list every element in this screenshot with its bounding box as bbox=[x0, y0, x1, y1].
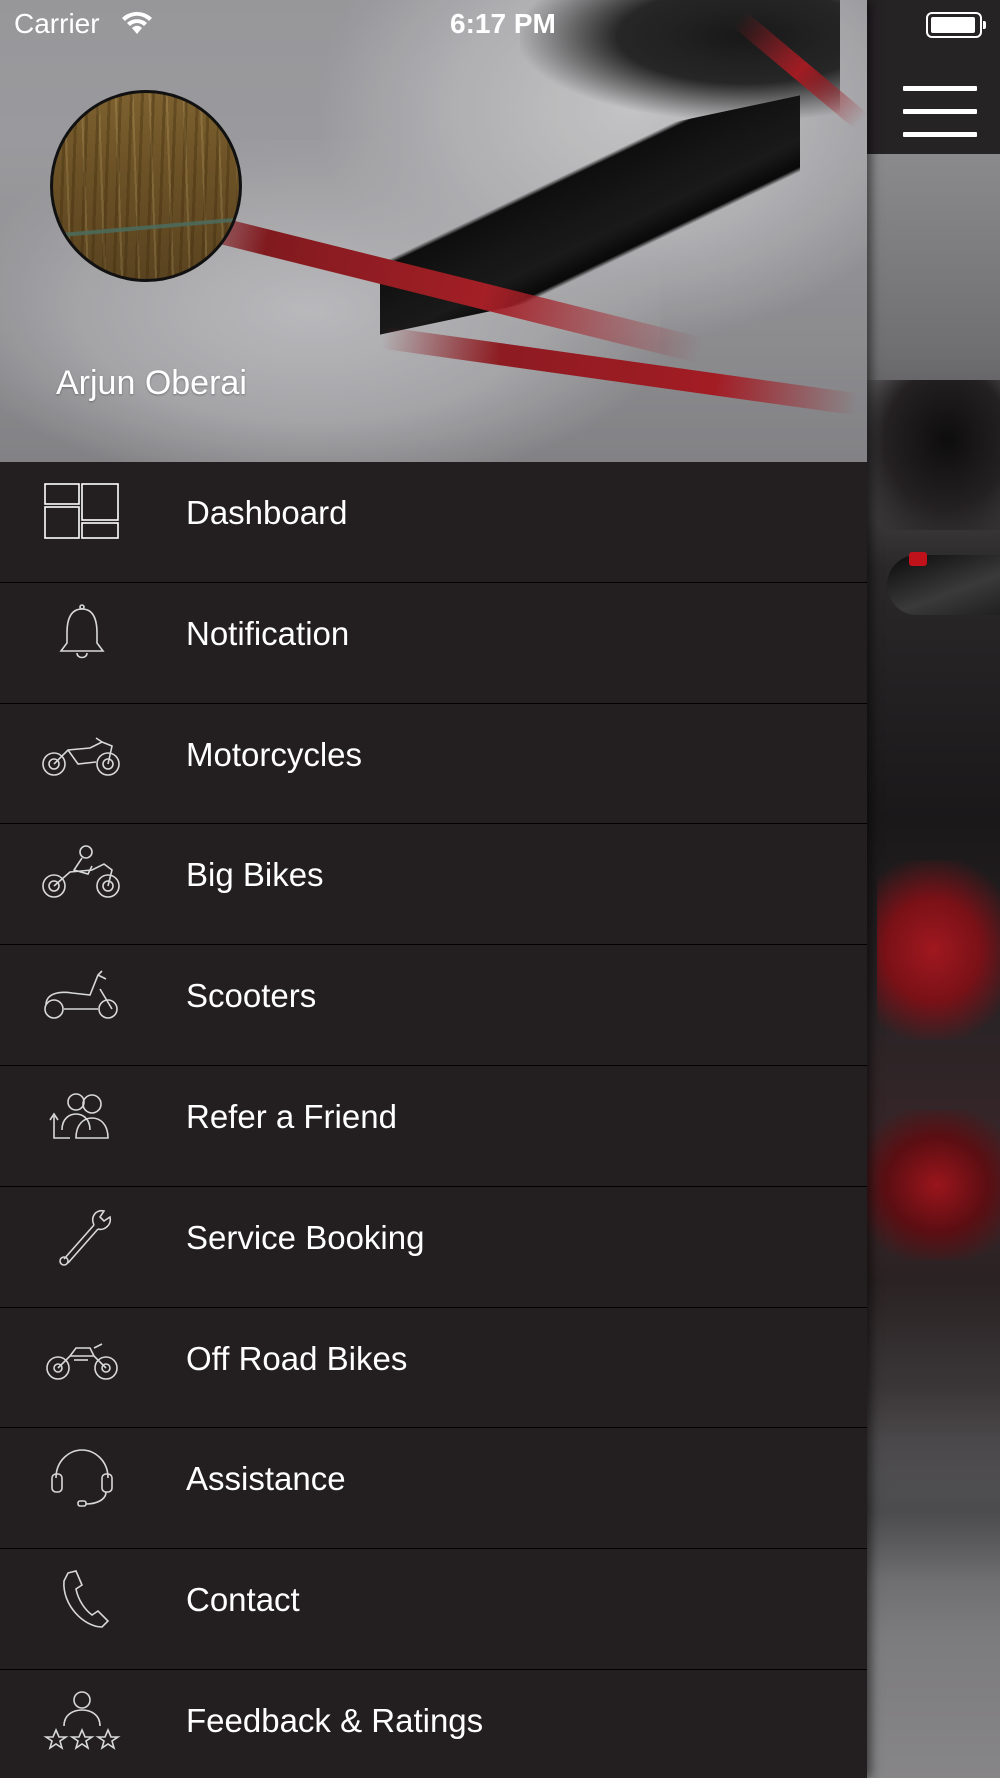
menu-item-contact[interactable]: Contact bbox=[0, 1549, 867, 1670]
wrench-icon bbox=[40, 1207, 124, 1267]
menu-item-big-bikes[interactable]: Big Bikes bbox=[0, 824, 867, 946]
clock: 6:17 PM bbox=[450, 8, 556, 39]
battery-icon bbox=[926, 12, 986, 38]
bike-image-handlebar bbox=[887, 555, 1000, 615]
headset-icon bbox=[40, 1448, 124, 1508]
menu-item-notification[interactable]: Notification bbox=[0, 583, 867, 704]
menu-item-label: Notification bbox=[186, 614, 350, 652]
menu-item-label: Dashboard bbox=[186, 494, 348, 531]
off-road-bike-icon bbox=[40, 1328, 124, 1388]
menu-item-label: Service Booking bbox=[186, 1218, 425, 1256]
big-bike-icon bbox=[40, 844, 124, 904]
user-name: Arjun Oberai bbox=[56, 364, 247, 402]
menu-item-scooters[interactable]: Scooters bbox=[0, 945, 867, 1066]
menu-item-label: Motorcycles bbox=[186, 735, 363, 773]
bike-image-fairing bbox=[877, 860, 1000, 1040]
dashboard-icon bbox=[40, 482, 124, 542]
menu-item-label: Off Road Bikes bbox=[186, 1339, 408, 1377]
menu-item-service-booking[interactable]: Service Booking bbox=[0, 1187, 867, 1308]
menu-item-dashboard[interactable]: Dashboard bbox=[0, 462, 867, 583]
bike-image-shadow bbox=[867, 1440, 1000, 1580]
status-bar: Carrier 6:17 PM bbox=[0, 0, 1000, 50]
menu-item-label: Feedback & Ratings bbox=[186, 1701, 484, 1739]
feedback-rating-icon bbox=[40, 1690, 124, 1750]
drawer-header: Arjun Oberai bbox=[0, 0, 867, 462]
menu-item-feedback-ratings[interactable]: Feedback & Ratings bbox=[0, 1670, 867, 1778]
avatar[interactable] bbox=[50, 90, 242, 282]
side-drawer: Arjun Oberai Dashboard Notification Moto… bbox=[0, 0, 867, 1778]
menu-item-label: Refer a Friend bbox=[186, 1097, 397, 1135]
menu-item-label: Scooters bbox=[186, 977, 317, 1015]
bell-icon bbox=[40, 603, 124, 663]
menu-item-label: Contact bbox=[186, 1581, 300, 1619]
wifi-icon bbox=[120, 10, 154, 36]
menu-item-refer-a-friend[interactable]: Refer a Friend bbox=[0, 1066, 867, 1187]
menu-item-motorcycles[interactable]: Motorcycles bbox=[0, 704, 867, 825]
scooter-icon bbox=[40, 965, 124, 1025]
carrier-label: Carrier bbox=[14, 8, 100, 39]
phone-icon bbox=[40, 1569, 124, 1629]
app-screen: Arjun Oberai Dashboard Notification Moto… bbox=[0, 0, 1000, 1778]
menu-item-off-road-bikes[interactable]: Off Road Bikes bbox=[0, 1308, 867, 1429]
bike-image-detail bbox=[909, 552, 927, 566]
drawer-menu: Dashboard Notification Motorcycles Big B… bbox=[0, 462, 867, 1778]
hamburger-menu-icon[interactable] bbox=[903, 86, 977, 138]
refer-friend-icon bbox=[40, 1086, 124, 1146]
bike-image-fairing-lower bbox=[867, 1110, 1000, 1260]
menu-item-label: Assistance bbox=[186, 1460, 346, 1498]
menu-item-assistance[interactable]: Assistance bbox=[0, 1428, 867, 1550]
main-content-background bbox=[867, 0, 1000, 1778]
menu-item-label: Big Bikes bbox=[186, 856, 324, 894]
motorcycle-icon bbox=[40, 724, 124, 784]
bike-image-mirror bbox=[867, 380, 1000, 530]
